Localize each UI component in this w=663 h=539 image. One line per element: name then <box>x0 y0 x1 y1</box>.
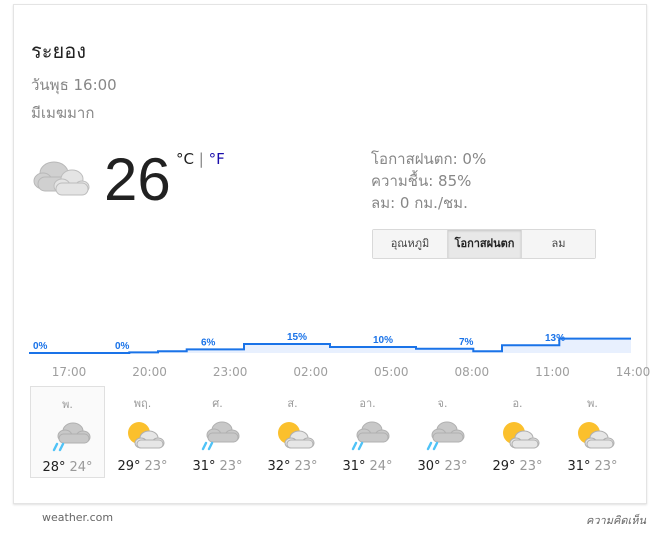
day-name: ส. <box>287 397 298 410</box>
high-temperature: 28° <box>42 460 66 475</box>
tab-temperature[interactable]: อุณหภูมิ <box>373 230 447 258</box>
location-title: ระยอง <box>31 39 86 63</box>
low-temperature: 23° <box>294 459 318 474</box>
day-name: พ. <box>587 397 598 410</box>
day-forecast[interactable]: พ. 28° 24° <box>30 386 105 478</box>
low-temperature: 24° <box>69 460 93 475</box>
tab-precipitation[interactable]: โอกาสฝนตก <box>447 230 521 258</box>
day-temperatures: 31° 23° <box>180 459 255 474</box>
wind: ลม: 0 กม./ชม. <box>371 194 468 212</box>
low-temperature: 23° <box>594 459 618 474</box>
low-temperature: 23° <box>444 459 468 474</box>
unit-fahrenheit[interactable]: °F <box>209 150 225 168</box>
high-temperature: 29° <box>117 459 141 474</box>
time-label: 11:00 <box>535 365 570 379</box>
time-label: 17:00 <box>51 365 87 379</box>
low-temperature: 23° <box>144 459 168 474</box>
precipitation: โอกาสฝนตก: 0% <box>371 150 487 168</box>
feedback-link[interactable]: ความคิดเห็น <box>586 511 646 529</box>
daily-forecast: พ. 28° 24° พฤ. 29° 23° ศ. 31° 23° ส. 32°… <box>30 386 630 478</box>
source-link[interactable]: weather.com <box>42 511 113 524</box>
day-name: พฤ. <box>133 397 152 410</box>
unit-celsius[interactable]: °C <box>176 150 194 168</box>
tab-wind[interactable]: ลม <box>521 230 595 258</box>
day-name: อ. <box>512 397 523 410</box>
partly-cloudy-icon <box>494 416 542 452</box>
precipitation-chart: 0%0%6%15%10%7%13%24% <box>29 332 631 354</box>
high-temperature: 31° <box>342 459 366 474</box>
day-name: ศ. <box>212 397 223 410</box>
low-temperature: 23° <box>519 459 543 474</box>
day-temperatures: 29° 23° <box>480 459 555 474</box>
day-name: จ. <box>437 397 448 410</box>
precipitation-label: 0% <box>115 341 130 352</box>
weather-card: ระยอง วันพุธ 16:00 มีเมฆมาก 26 °C | °F โ… <box>13 4 651 504</box>
day-temperatures: 31° 23° <box>555 459 630 474</box>
day-name: อา. <box>359 397 376 410</box>
high-temperature: 29° <box>492 459 516 474</box>
rain-cloud-icon <box>419 416 467 452</box>
day-forecast[interactable]: อา. 31° 24° <box>330 386 405 478</box>
partly-cloudy-icon <box>119 416 167 452</box>
humidity: ความชื้น: 85% <box>371 172 472 190</box>
low-temperature: 23° <box>219 459 243 474</box>
unit-separator: | <box>193 150 209 168</box>
day-forecast[interactable]: พฤ. 29° 23° <box>105 386 180 478</box>
cloudy-icon <box>33 161 90 196</box>
precipitation-label: 7% <box>459 337 474 348</box>
rain-cloud-icon <box>344 416 392 452</box>
day-forecast[interactable]: อ. 29° 23° <box>480 386 555 478</box>
precipitation-label: 15% <box>287 332 307 343</box>
current-temperature: 26 <box>104 146 171 213</box>
precipitation-label: 13% <box>545 333 565 344</box>
time-label: 14:00 <box>615 365 651 379</box>
weather-details: โอกาสฝนตก: 0% ความชื้น: 85% ลม: 0 กม./ชม… <box>371 148 486 214</box>
day-forecast[interactable]: จ. 30° 23° <box>405 386 480 478</box>
day-temperatures: 30° 23° <box>405 459 480 474</box>
day-name: พ. <box>62 398 73 411</box>
day-temperatures: 28° 24° <box>31 460 104 475</box>
time-label: 02:00 <box>293 365 328 379</box>
high-temperature: 31° <box>192 459 216 474</box>
partly-cloudy-icon <box>569 416 617 452</box>
metric-tabs: อุณหภูมิ โอกาสฝนตก ลม <box>372 229 596 259</box>
rain-cloud-icon <box>45 417 93 453</box>
day-forecast[interactable]: ส. 32° 23° <box>255 386 330 478</box>
low-temperature: 24° <box>369 459 393 474</box>
rain-cloud-icon <box>194 416 242 452</box>
time-axis: 17:00 20:00 23:00 02:00 05:00 08:00 11:00 14:00 <box>29 365 651 383</box>
high-temperature: 32° <box>267 459 291 474</box>
day-forecast[interactable]: ศ. 31° 23° <box>180 386 255 478</box>
time-label: 23:00 <box>212 365 248 379</box>
high-temperature: 31° <box>567 459 591 474</box>
day-temperatures: 29° 23° <box>105 459 180 474</box>
time-label: 08:00 <box>454 365 490 379</box>
precipitation-label: 10% <box>373 335 393 346</box>
unit-toggle: °C | °F <box>176 150 225 168</box>
precipitation-label: 0% <box>33 341 48 352</box>
precipitation-label: 6% <box>201 337 216 348</box>
time-label: 05:00 <box>373 365 409 379</box>
partly-cloudy-icon <box>269 416 317 452</box>
day-temperatures: 31° 24° <box>330 459 405 474</box>
datetime: วันพุธ 16:00 <box>31 76 117 94</box>
high-temperature: 30° <box>417 459 441 474</box>
day-temperatures: 32° 23° <box>255 459 330 474</box>
condition: มีเมฆมาก <box>31 104 95 122</box>
time-label: 20:00 <box>132 365 167 379</box>
day-forecast[interactable]: พ. 31° 23° <box>555 386 630 478</box>
